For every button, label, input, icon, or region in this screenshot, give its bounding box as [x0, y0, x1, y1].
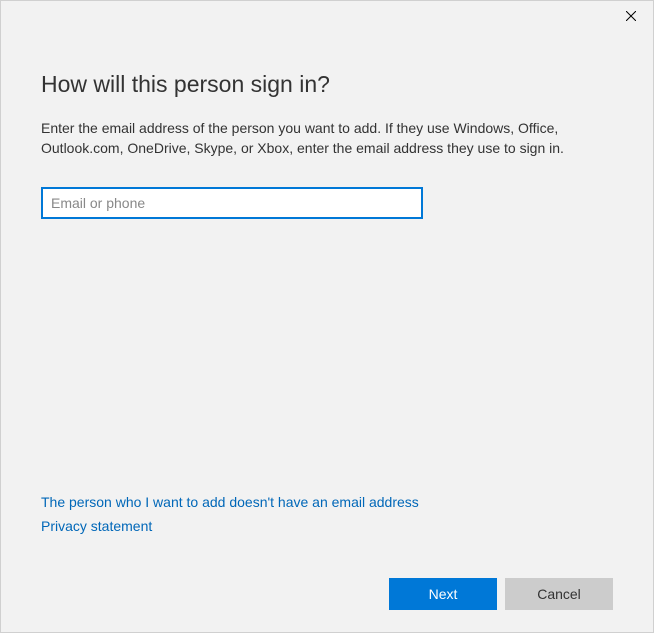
email-or-phone-input[interactable]	[41, 187, 423, 219]
close-button[interactable]	[608, 1, 653, 31]
close-icon	[626, 9, 636, 24]
titlebar	[1, 1, 653, 31]
privacy-statement-link[interactable]: Privacy statement	[41, 518, 419, 534]
dialog-content: How will this person sign in? Enter the …	[1, 31, 653, 219]
cancel-button[interactable]: Cancel	[505, 578, 613, 610]
description-text: Enter the email address of the person yo…	[41, 118, 601, 159]
links-section: The person who I want to add doesn't hav…	[41, 494, 419, 542]
no-email-link[interactable]: The person who I want to add doesn't hav…	[41, 494, 419, 510]
footer-buttons: Next Cancel	[389, 578, 613, 610]
page-title: How will this person sign in?	[41, 71, 613, 98]
next-button[interactable]: Next	[389, 578, 497, 610]
